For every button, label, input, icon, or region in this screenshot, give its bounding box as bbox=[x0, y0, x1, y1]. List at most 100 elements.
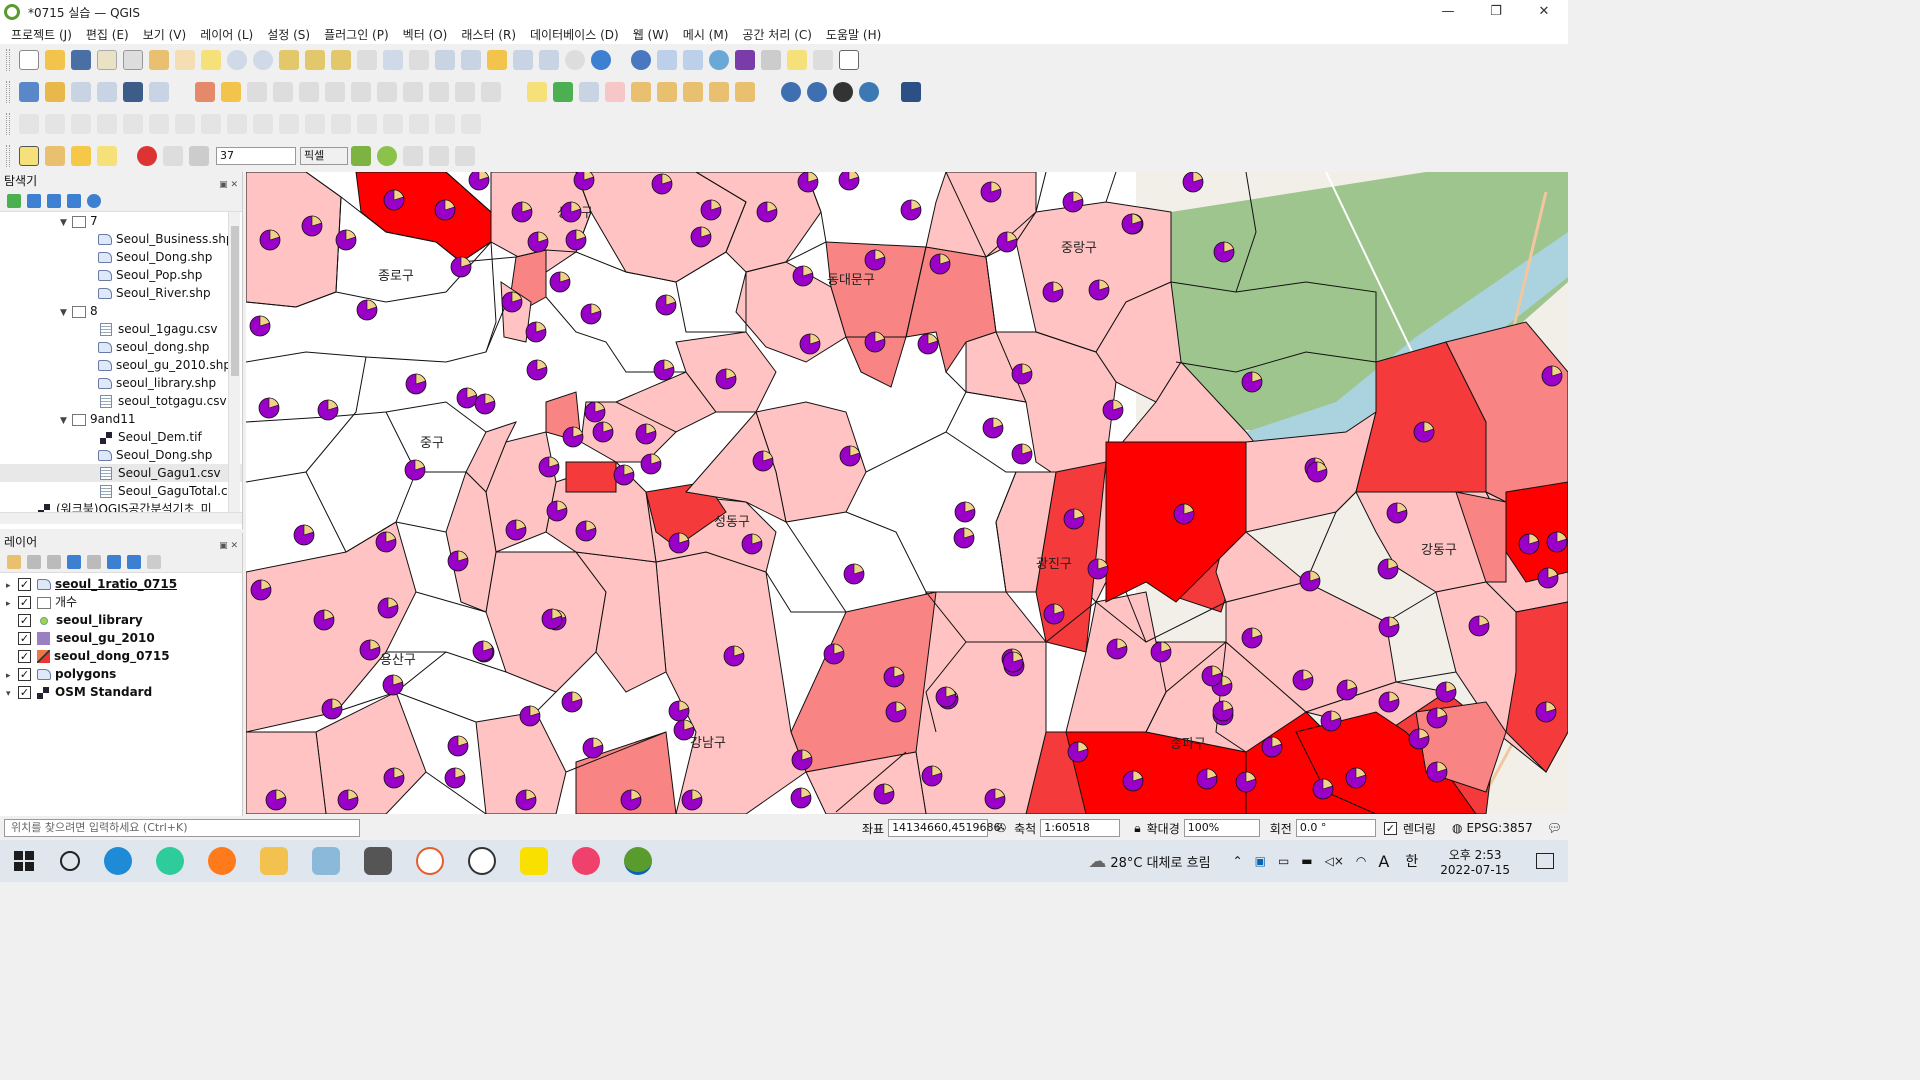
pie-diagram-marker[interactable] bbox=[335, 229, 357, 251]
layer-styling-icon[interactable] bbox=[7, 554, 21, 569]
manage-visibility-icon[interactable] bbox=[47, 554, 61, 569]
pie-diagram-marker[interactable] bbox=[1212, 700, 1234, 722]
pie-diagram-marker[interactable] bbox=[700, 199, 722, 221]
pie-diagram-marker[interactable] bbox=[1150, 641, 1172, 663]
pie-diagram-marker[interactable] bbox=[1537, 567, 1559, 589]
identify-icon[interactable] bbox=[631, 50, 651, 70]
map-svg[interactable]: 성북구 종로구 동대문구 중랑구 중구 성동구 광진구 용산구 강남구 송파구 … bbox=[246, 172, 1568, 814]
zoom-layer-icon[interactable] bbox=[331, 50, 351, 70]
pie-diagram-marker[interactable] bbox=[519, 705, 541, 727]
pie-diagram-marker[interactable] bbox=[1336, 679, 1358, 701]
pie-diagram-marker[interactable] bbox=[1062, 191, 1084, 213]
kakaotalk-icon[interactable] bbox=[520, 847, 548, 875]
pie-diagram-marker[interactable] bbox=[1378, 691, 1400, 713]
pie-diagram-marker[interactable] bbox=[929, 253, 951, 275]
pie-diagram-marker[interactable] bbox=[561, 691, 583, 713]
new-print-layout-icon[interactable] bbox=[97, 50, 117, 70]
offset-point-symbols-icon[interactable] bbox=[435, 114, 455, 134]
tree-item[interactable]: Seoul_River.shp bbox=[0, 284, 242, 302]
pie-diagram-marker[interactable] bbox=[1011, 443, 1033, 465]
add-part-icon[interactable] bbox=[149, 114, 169, 134]
pie-diagram-marker[interactable] bbox=[655, 294, 677, 316]
tree-item[interactable]: Seoul_Dong.shp bbox=[0, 446, 242, 464]
volume-icon[interactable]: ◁× bbox=[1325, 854, 1344, 868]
snapping-unit-select[interactable]: 픽셀 bbox=[300, 147, 348, 165]
pie-diagram-marker[interactable] bbox=[337, 789, 359, 811]
menu-help[interactable]: 도움말 (H) bbox=[826, 26, 881, 43]
snapping-tolerance-input[interactable]: 37 bbox=[216, 147, 296, 165]
diagram-icon[interactable] bbox=[735, 82, 755, 102]
tree-folder[interactable]: ▼ 8 bbox=[0, 302, 242, 320]
merge-features-icon[interactable] bbox=[357, 114, 377, 134]
whale-browser-icon[interactable] bbox=[156, 847, 184, 875]
pie-diagram-marker[interactable] bbox=[935, 686, 957, 708]
layer-visibility-checkbox[interactable]: ✓ bbox=[18, 596, 31, 609]
dong-polygon[interactable] bbox=[790, 591, 937, 773]
refresh-icon[interactable] bbox=[591, 50, 611, 70]
layer-visibility-checkbox[interactable]: ✓ bbox=[18, 632, 31, 645]
pie-diagram-marker[interactable] bbox=[265, 789, 287, 811]
pie-diagram-marker[interactable] bbox=[1122, 770, 1144, 792]
menu-plugins[interactable]: 플러그인 (P) bbox=[324, 26, 389, 43]
collapse-all-icon[interactable] bbox=[127, 554, 141, 569]
pie-diagram-marker[interactable] bbox=[921, 765, 943, 787]
pie-diagram-marker[interactable] bbox=[864, 331, 886, 353]
tracing-icon[interactable] bbox=[403, 146, 423, 166]
cut-icon[interactable] bbox=[377, 82, 397, 102]
delete-part-icon[interactable] bbox=[227, 114, 247, 134]
pie-diagram-marker[interactable] bbox=[1377, 558, 1399, 580]
new-project-icon[interactable] bbox=[19, 50, 39, 70]
scroll-thumb[interactable] bbox=[231, 226, 239, 376]
measure-angle-icon[interactable] bbox=[45, 114, 65, 134]
pie-diagram-marker[interactable] bbox=[359, 639, 381, 661]
pie-diagram-marker[interactable] bbox=[900, 199, 922, 221]
pie-diagram-marker[interactable] bbox=[1213, 241, 1235, 263]
deselect-icon[interactable] bbox=[97, 146, 117, 166]
pie-diagram-marker[interactable] bbox=[984, 788, 1006, 810]
bookmark-icon[interactable] bbox=[513, 50, 533, 70]
tree-item[interactable]: seoul_1gagu.csv bbox=[0, 320, 242, 338]
save-project-icon[interactable] bbox=[71, 50, 91, 70]
minimize-button[interactable]: — bbox=[1424, 0, 1472, 24]
pan-to-selection-icon[interactable] bbox=[201, 50, 221, 70]
pie-diagram-marker[interactable] bbox=[511, 201, 533, 223]
pie-diagram-marker[interactable] bbox=[375, 531, 397, 553]
pie-diagram-marker[interactable] bbox=[474, 393, 496, 415]
pie-diagram-marker[interactable] bbox=[1292, 669, 1314, 691]
pie-diagram-marker[interactable] bbox=[525, 321, 547, 343]
pie-diagram-marker[interactable] bbox=[982, 417, 1004, 439]
pie-diagram-marker[interactable] bbox=[756, 201, 778, 223]
move-label-icon[interactable] bbox=[631, 82, 651, 102]
tray-chevron-icon[interactable]: ⌃ bbox=[1233, 854, 1243, 868]
pie-diagram-marker[interactable] bbox=[823, 643, 845, 665]
pie-diagram-marker[interactable] bbox=[790, 787, 812, 809]
windows-start-icon[interactable] bbox=[14, 851, 34, 871]
pie-diagram-marker[interactable] bbox=[1408, 728, 1430, 750]
show-hide-labels-icon[interactable] bbox=[605, 82, 625, 102]
pie-diagram-marker[interactable] bbox=[839, 445, 861, 467]
rotate-point-symbols-icon[interactable] bbox=[409, 114, 429, 134]
pie-diagram-marker[interactable] bbox=[954, 501, 976, 523]
rotate-label-icon[interactable] bbox=[657, 82, 677, 102]
pin-labels-icon[interactable] bbox=[579, 82, 599, 102]
pie-diagram-marker[interactable] bbox=[1043, 603, 1065, 625]
layer-row[interactable]: ✓ seoul_gu_2010 bbox=[0, 629, 242, 647]
pie-diagram-marker[interactable] bbox=[434, 199, 456, 221]
topological-editing-icon[interactable] bbox=[351, 146, 371, 166]
zoom-in-icon[interactable] bbox=[227, 50, 247, 70]
menu-settings[interactable]: 설정 (S) bbox=[267, 26, 310, 43]
tree-item[interactable]: seoul_dong.shp bbox=[0, 338, 242, 356]
pie-diagram-marker[interactable] bbox=[1063, 508, 1085, 530]
add-vector-icon[interactable] bbox=[71, 82, 91, 102]
layer-row[interactable]: ✓ seoul_dong_0715 bbox=[0, 647, 242, 665]
scale-select[interactable]: 1:60518 bbox=[1040, 819, 1121, 837]
layer-row[interactable]: ▸ ✓ 개수 bbox=[0, 593, 242, 611]
pie-diagram-marker[interactable] bbox=[575, 520, 597, 542]
pie-diagram-marker[interactable] bbox=[447, 735, 469, 757]
trim-extend-icon[interactable] bbox=[461, 114, 481, 134]
pie-diagram-marker[interactable] bbox=[250, 579, 272, 601]
label-toolbar-icon[interactable] bbox=[527, 82, 547, 102]
copy-icon[interactable] bbox=[403, 82, 423, 102]
dong-polygon[interactable] bbox=[965, 331, 1117, 483]
rotate-feature-icon[interactable] bbox=[71, 114, 91, 134]
